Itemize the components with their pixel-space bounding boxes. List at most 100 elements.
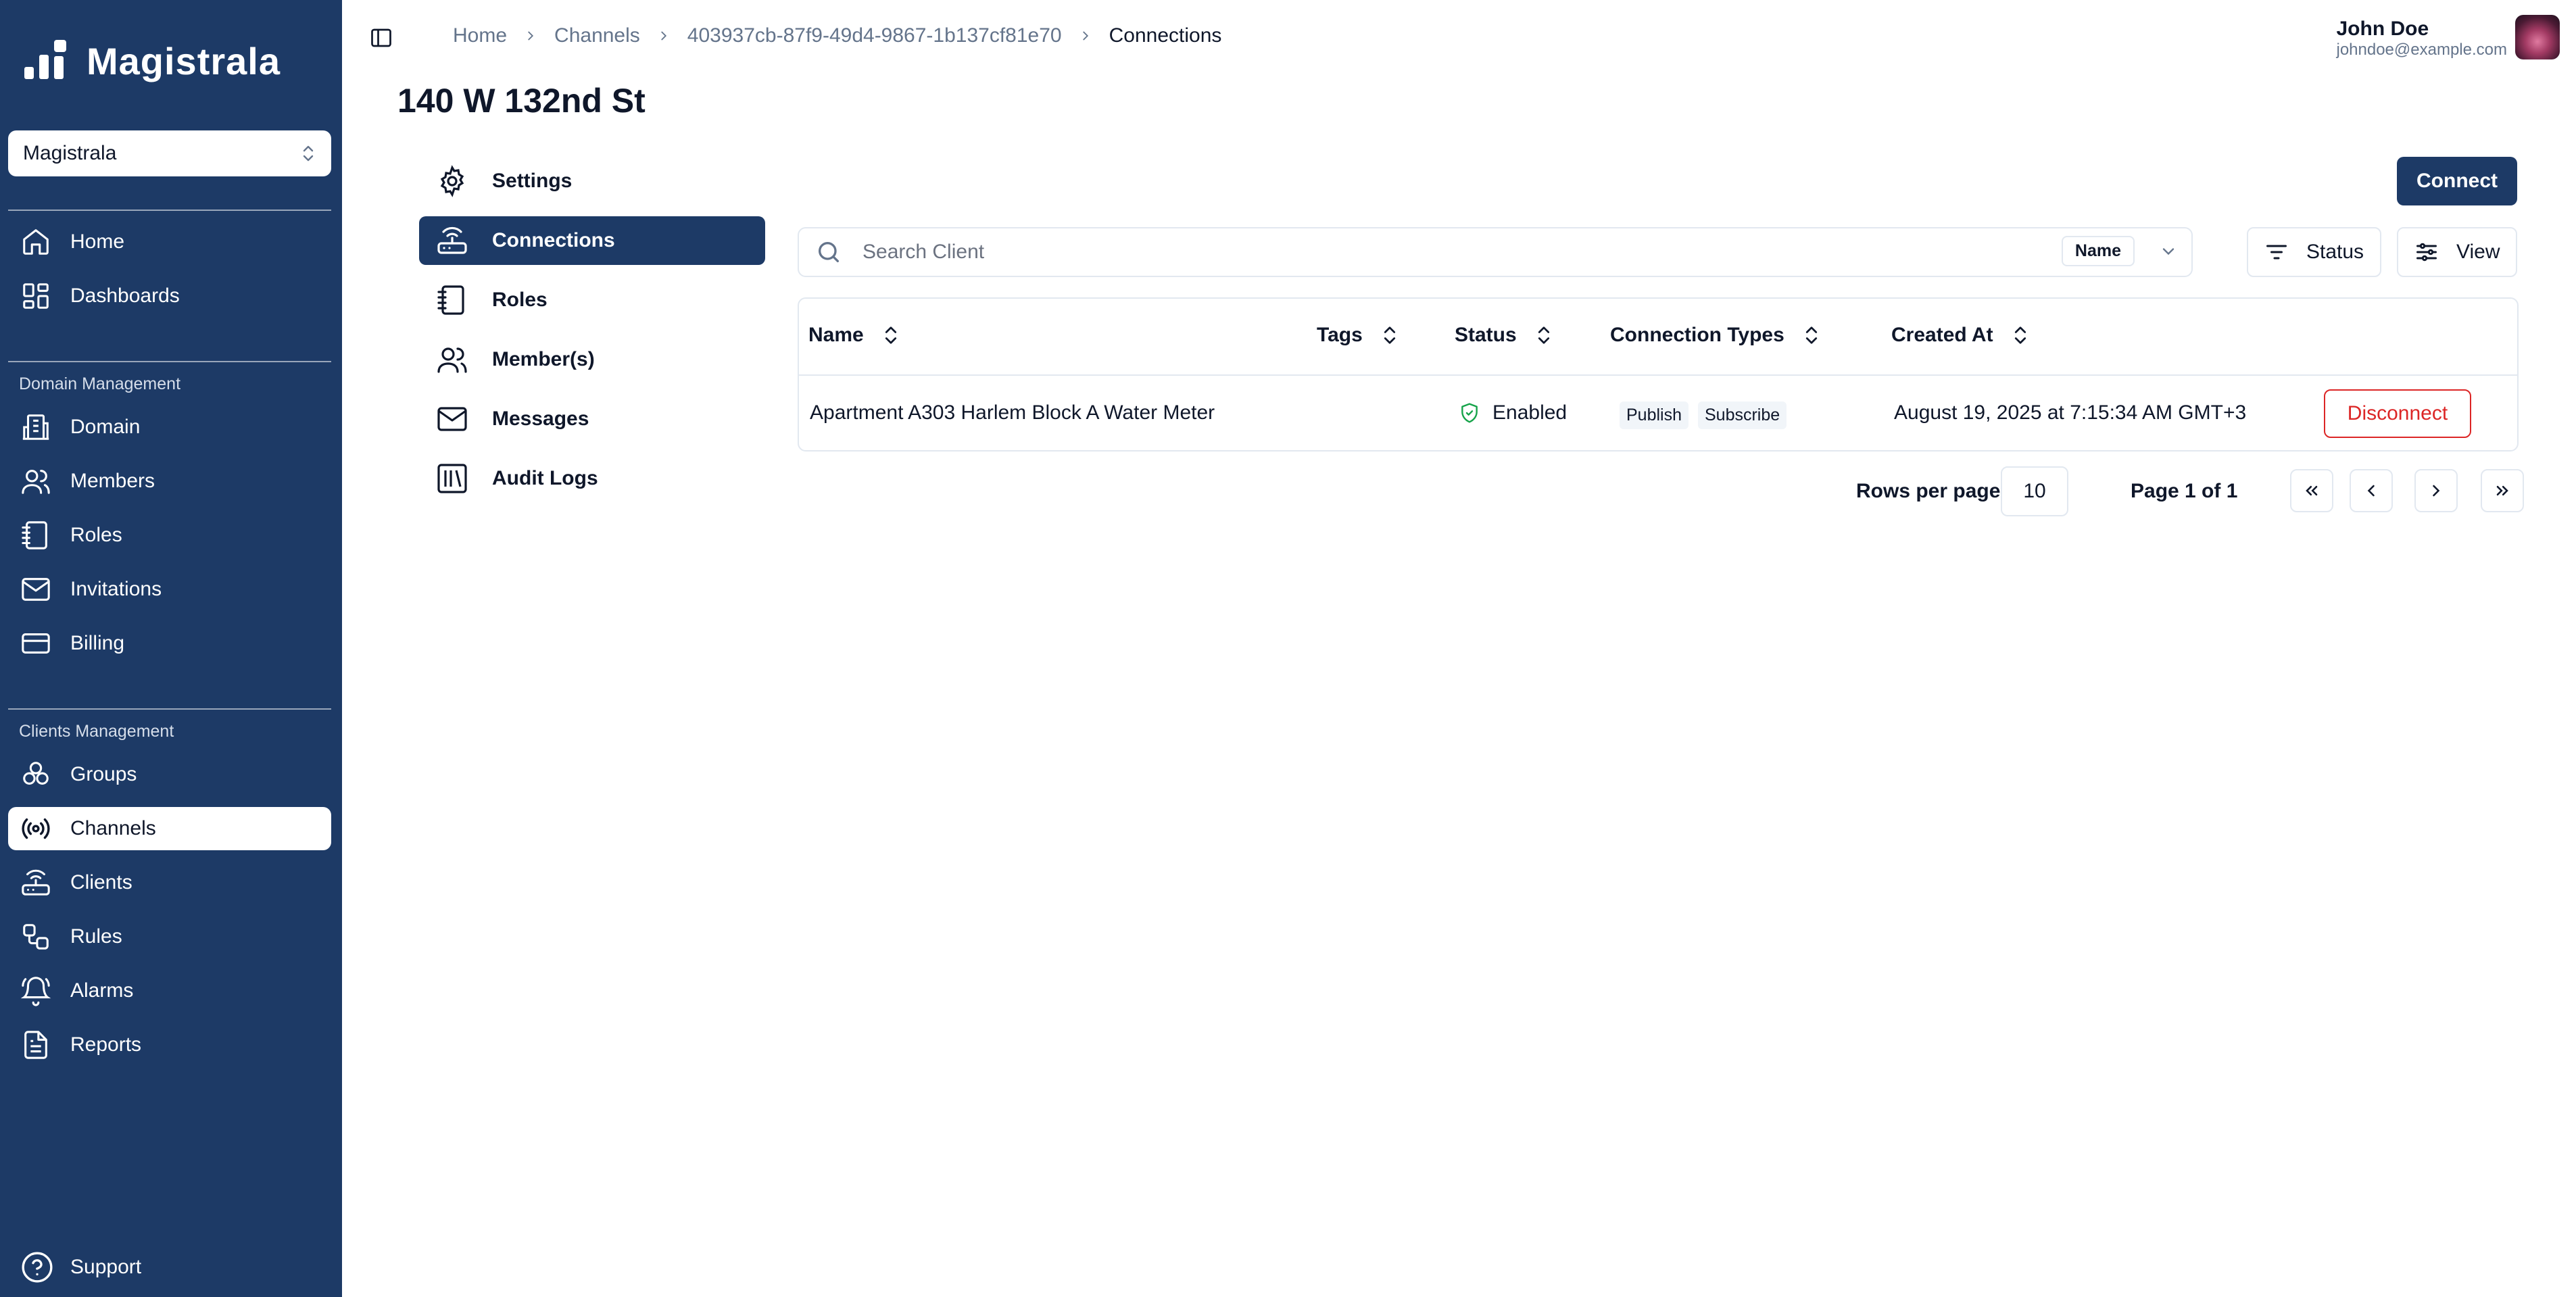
sidebar-item-channels[interactable]: Channels	[8, 807, 331, 850]
sort-icon	[1384, 326, 1395, 344]
sidebar-item-label: Alarms	[70, 979, 134, 1002]
table-header: Name Tags Status Connection Types Create…	[799, 299, 2517, 376]
sidebar-item-rules[interactable]: Rules	[8, 915, 331, 958]
sidebar-item-domain[interactable]: Domain	[8, 406, 331, 449]
avatar[interactable]	[2515, 15, 2560, 59]
next-page-button[interactable]	[2414, 469, 2458, 512]
connect-button[interactable]: Connect	[2397, 157, 2517, 205]
cell-connection-types: Publish Subscribe	[1620, 401, 1796, 429]
column-header-connection-types[interactable]: Connection Types	[1610, 323, 1821, 347]
tab-connections[interactable]: Connections	[419, 216, 765, 265]
file-text-icon	[19, 1028, 53, 1062]
table-row[interactable]: Apartment A303 Harlem Block A Water Mete…	[799, 376, 2517, 451]
sidebar: Magistrala Magistrala Home Dashboards Do…	[0, 0, 342, 1297]
search-input[interactable]: Search Client Name	[798, 227, 2193, 277]
tab-members[interactable]: Member(s)	[419, 335, 765, 384]
last-page-button[interactable]	[2481, 469, 2524, 512]
tab-label: Messages	[492, 408, 589, 430]
help-circle-icon	[22, 1252, 53, 1283]
sidebar-item-label: Roles	[70, 524, 122, 546]
sidebar-item-alarms[interactable]: Alarms	[8, 969, 331, 1012]
sort-icon	[885, 326, 896, 344]
filter-lines-icon	[2266, 245, 2287, 260]
brand-name: Magistrala	[87, 40, 281, 82]
sidebar-item-members[interactable]: Members	[8, 460, 331, 503]
page-title: 140 W 132nd St	[397, 82, 646, 120]
sidebar-item-label: Groups	[70, 763, 137, 785]
user-menu[interactable]: John Doe johndoe@example.com	[2336, 18, 2507, 59]
users-icon	[19, 464, 53, 498]
tab-label: Member(s)	[492, 348, 595, 370]
sidebar-item-dashboards[interactable]: Dashboards	[8, 274, 331, 318]
sidebar-item-clients[interactable]: Clients	[8, 861, 331, 904]
tab-audit-logs[interactable]: Audit Logs	[419, 454, 765, 503]
first-page-button[interactable]	[2290, 469, 2333, 512]
breadcrumb-channels[interactable]: Channels	[554, 24, 640, 47]
sidebar-item-billing[interactable]: Billing	[8, 622, 331, 665]
chevron-down-icon	[2162, 247, 2174, 255]
sidebar-divider	[8, 361, 331, 362]
domain-select[interactable]: Magistrala	[8, 130, 331, 176]
sidebar-item-invitations[interactable]: Invitations	[8, 568, 331, 611]
connections-table: Name Tags Status Connection Types Create…	[798, 297, 2519, 451]
previous-page-button[interactable]	[2350, 469, 2393, 512]
sidebar-item-label: Reports	[70, 1033, 142, 1056]
library-icon	[435, 462, 469, 495]
home-icon	[19, 225, 53, 259]
breadcrumb-current: Connections	[1109, 24, 1222, 47]
cell-name: Apartment A303 Harlem Block A Water Mete…	[810, 401, 1215, 424]
search-field-select[interactable]: Name	[2061, 236, 2178, 266]
sidebar-item-home[interactable]: Home	[8, 220, 331, 264]
mail-icon	[435, 402, 469, 436]
column-label: Tags	[1317, 324, 1363, 346]
sidebar-item-groups[interactable]: Groups	[8, 753, 331, 796]
building-icon	[19, 410, 53, 444]
rows-per-page-select[interactable]: 10	[2001, 466, 2068, 516]
tab-messages[interactable]: Messages	[419, 395, 765, 443]
sidebar-item-label: Members	[70, 470, 155, 492]
search-icon	[819, 242, 839, 262]
breadcrumb-channel-id[interactable]: 403937cb-87f9-49d4-9867-1b137cf81e70	[687, 24, 1062, 47]
notebook-icon	[19, 518, 53, 552]
sidebar-toggle-icon[interactable]	[368, 26, 395, 50]
status-text: Enabled	[1492, 401, 1568, 424]
tab-label: Connections	[492, 229, 615, 251]
support-link[interactable]: Support	[20, 1250, 141, 1284]
mail-icon	[19, 572, 53, 606]
radio-icon	[19, 812, 53, 846]
notebook-icon	[435, 283, 469, 317]
sidebar-item-label: Billing	[70, 632, 125, 654]
tab-label: Settings	[492, 170, 573, 192]
gear-icon	[435, 164, 469, 198]
section-label-domain: Domain Management	[19, 374, 181, 393]
sidebar-item-roles[interactable]: Roles	[8, 514, 331, 557]
bell-icon	[19, 974, 53, 1008]
rows-per-page-label: Rows per page	[1856, 480, 2001, 502]
brand-logo[interactable]: Magistrala	[24, 39, 281, 83]
sidebar-divider	[8, 210, 331, 211]
sort-icon	[1538, 326, 1549, 344]
column-header-status[interactable]: Status	[1455, 323, 1553, 347]
section-label-clients: Clients Management	[19, 722, 174, 741]
tab-roles[interactable]: Roles	[419, 276, 765, 324]
connection-type-badge: Publish	[1620, 401, 1688, 429]
column-label: Status	[1455, 324, 1517, 346]
sliders-icon	[2416, 243, 2437, 262]
tab-settings[interactable]: Settings	[419, 157, 765, 205]
cell-status: Enabled	[1459, 401, 1567, 424]
column-header-name[interactable]: Name	[808, 323, 900, 347]
sidebar-item-reports[interactable]: Reports	[8, 1023, 331, 1067]
column-header-created-at[interactable]: Created At	[1891, 323, 2030, 347]
column-label: Name	[808, 324, 864, 346]
column-header-tags[interactable]: Tags	[1317, 323, 1399, 347]
disconnect-button[interactable]: Disconnect	[2324, 389, 2471, 438]
page-indicator: Page 1 of 1	[2131, 480, 2238, 502]
breadcrumb-home[interactable]: Home	[453, 24, 507, 47]
chevrons-left-icon	[2306, 485, 2318, 496]
chevron-right-icon	[528, 31, 534, 41]
router-icon	[19, 866, 53, 900]
router-icon	[435, 224, 469, 258]
status-filter-button[interactable]: Status	[2247, 227, 2382, 277]
cell-created-at: August 19, 2025 at 7:15:34 AM GMT+3	[1894, 401, 2247, 424]
view-options-button[interactable]: View	[2397, 227, 2518, 277]
